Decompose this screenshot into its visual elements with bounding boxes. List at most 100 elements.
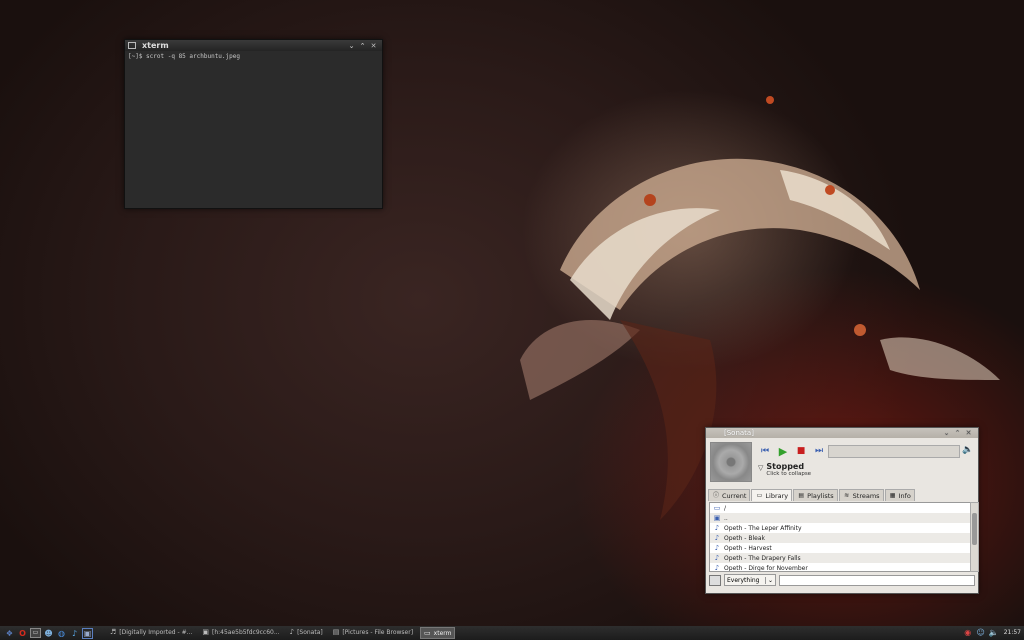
task-label: [Pictures - File Browser] bbox=[342, 628, 414, 636]
app-icon[interactable]: ▣ bbox=[82, 627, 93, 639]
list-item[interactable]: ♪ Opeth - Bleak bbox=[710, 533, 970, 543]
tab-streams[interactable]: ≋ Streams bbox=[838, 489, 884, 501]
music-file-icon: ♪ bbox=[714, 524, 720, 532]
close-icon[interactable]: ✕ bbox=[963, 429, 974, 437]
list-item[interactable]: ♪ Opeth - Dirge for November bbox=[710, 563, 970, 572]
list-item-label: Opeth - Dirge for November bbox=[724, 564, 808, 572]
play-icon[interactable]: ▶ bbox=[776, 445, 790, 458]
music-file-icon: ♪ bbox=[714, 554, 720, 562]
globe-icon[interactable]: ◍ bbox=[56, 628, 67, 639]
terminal-icon: ▭ bbox=[424, 629, 431, 637]
expander-arrow-icon: ▽ bbox=[758, 464, 764, 472]
progress-bar[interactable] bbox=[828, 445, 960, 458]
list-item-label: Opeth - The Drapery Falls bbox=[724, 554, 801, 562]
close-icon[interactable]: ✕ bbox=[368, 42, 379, 50]
playlist-icon: ▤ bbox=[798, 492, 804, 499]
tab-label: Playlists bbox=[807, 491, 834, 500]
task-xterm[interactable]: ▭ xterm bbox=[420, 627, 456, 639]
tab-label: Current bbox=[722, 491, 747, 500]
task-file-browser[interactable]: ▤ [Pictures - File Browser] bbox=[330, 627, 416, 637]
terminal-content[interactable]: [~]$ scrot -q 85 archbuntu.jpeg bbox=[125, 51, 382, 62]
next-track-icon[interactable]: ⏭ bbox=[812, 445, 826, 457]
list-item-label: Opeth - Harvest bbox=[724, 544, 772, 552]
red-app-icon[interactable]: ◉ bbox=[963, 627, 973, 637]
task-label: [h:45ae5b5fdc9cc60... bbox=[211, 628, 280, 636]
list-item[interactable]: ▭ / bbox=[710, 503, 970, 513]
up-folder-icon: ▣ bbox=[713, 514, 721, 522]
music-file-icon: ♪ bbox=[714, 544, 720, 552]
user-icon[interactable]: ☺ bbox=[976, 627, 986, 637]
maximize-icon[interactable]: ⌃ bbox=[952, 429, 963, 437]
xterm-window[interactable]: xterm ⌄ ⌃ ✕ [~]$ scrot -q 85 archbuntu.j… bbox=[124, 39, 383, 209]
clock[interactable]: 21:57 bbox=[1004, 629, 1021, 636]
player-area: ⏮ ▶ ■ ⏭ 🔈 ▽ Stopped Click to collapse bbox=[706, 438, 978, 482]
sonata-window[interactable]: [Sonata] ⌄ ⌃ ✕ ⏮ ▶ ■ ⏭ 🔈 ▽ Stopped Click… bbox=[705, 427, 979, 594]
library-list[interactable]: ▭ / ▣ .. ♪ Opeth - The Leper Affinity ♪ … bbox=[709, 502, 971, 572]
search-filter-value: Everything bbox=[727, 576, 760, 584]
taskbar: ❖ O ▭ ☻ ◍ ♪ ▣ ♬ [Digitally Imported - #.… bbox=[0, 626, 1024, 640]
search-filter-select[interactable]: Everything ⌄ bbox=[724, 574, 776, 586]
maximize-icon[interactable]: ⌃ bbox=[357, 42, 368, 50]
streams-icon: ≋ bbox=[844, 492, 850, 499]
library-view-icon[interactable] bbox=[709, 574, 721, 586]
sonata-titlebar[interactable]: [Sonata] ⌄ ⌃ ✕ bbox=[706, 428, 978, 438]
task-sonata[interactable]: ♪ [Sonata] bbox=[287, 627, 326, 637]
library-bottombar: Everything ⌄ bbox=[709, 574, 975, 586]
tab-library[interactable]: ▭ Library bbox=[751, 489, 793, 501]
people-icon[interactable]: ☻ bbox=[43, 628, 54, 639]
folder-icon: ▭ bbox=[713, 504, 721, 512]
opera-icon[interactable]: O bbox=[17, 628, 28, 639]
task-label: xterm bbox=[433, 629, 452, 637]
gnome-menu-icon[interactable]: ❖ bbox=[4, 628, 15, 639]
window-icon: ▣ bbox=[202, 628, 209, 636]
folder-icon: ▤ bbox=[332, 628, 340, 636]
status-title: Stopped bbox=[766, 462, 805, 471]
tab-info[interactable]: ▦ Info bbox=[884, 489, 915, 501]
volume-icon[interactable]: 🔈 bbox=[989, 627, 999, 637]
terminal-icon bbox=[128, 42, 136, 49]
playback-controls: ⏮ ▶ ■ ⏭ bbox=[758, 445, 826, 458]
music-icon: ♪ bbox=[289, 628, 295, 636]
music-file-icon: ♪ bbox=[714, 564, 720, 572]
list-item-label: .. bbox=[724, 514, 728, 522]
terminal-launcher-icon[interactable]: ▭ bbox=[30, 627, 41, 638]
list-item[interactable]: ♪ Opeth - The Drapery Falls bbox=[710, 553, 970, 563]
music-file-icon: ♪ bbox=[714, 534, 720, 542]
launcher: ❖ O ▭ ☻ ◍ ♪ ▣ bbox=[4, 627, 93, 639]
task-label: [Sonata] bbox=[297, 628, 323, 636]
scrollbar-thumb[interactable] bbox=[972, 513, 977, 545]
volume-icon[interactable]: 🔈 bbox=[962, 445, 973, 455]
tab-playlists[interactable]: ▤ Playlists bbox=[793, 489, 838, 501]
list-item-label: Opeth - The Leper Affinity bbox=[724, 524, 802, 532]
info-book-icon: ▦ bbox=[889, 492, 896, 499]
minimize-icon[interactable]: ⌄ bbox=[346, 42, 357, 50]
music-icon[interactable]: ♪ bbox=[69, 628, 80, 639]
task-digitally-imported[interactable]: ♬ [Digitally Imported - #... bbox=[107, 627, 195, 637]
list-item-label: / bbox=[724, 504, 727, 512]
list-item-label: Opeth - Bleak bbox=[724, 534, 765, 542]
album-art-icon[interactable] bbox=[710, 442, 752, 482]
sonata-title: [Sonata] bbox=[724, 429, 754, 437]
list-item[interactable]: ♪ Opeth - Harvest bbox=[710, 543, 970, 553]
task-hash[interactable]: ▣ [h:45ae5b5fdc9cc60... bbox=[199, 627, 282, 637]
library-icon: ▭ bbox=[756, 492, 763, 499]
minimize-icon[interactable]: ⌄ bbox=[941, 429, 952, 437]
stop-icon[interactable]: ■ bbox=[794, 445, 808, 457]
task-list: ♬ [Digitally Imported - #... ▣ [h:45ae5b… bbox=[107, 627, 456, 639]
library-scrollbar[interactable] bbox=[970, 502, 979, 572]
chevron-down-icon: ⌄ bbox=[764, 576, 773, 584]
library-search-input[interactable] bbox=[779, 574, 975, 586]
previous-track-icon[interactable]: ⏮ bbox=[758, 445, 772, 457]
radio-icon: ♬ bbox=[110, 628, 117, 636]
xterm-titlebar[interactable]: xterm ⌄ ⌃ ✕ bbox=[125, 40, 382, 51]
list-item[interactable]: ▣ .. bbox=[710, 513, 970, 523]
status-expander[interactable]: ▽ Stopped Click to collapse bbox=[758, 462, 811, 477]
tab-label: Streams bbox=[852, 491, 880, 500]
xterm-title: xterm bbox=[142, 41, 169, 50]
info-icon: ⓘ bbox=[712, 492, 719, 499]
list-item[interactable]: ♪ Opeth - The Leper Affinity bbox=[710, 523, 970, 533]
tab-label: Library bbox=[765, 491, 789, 500]
task-label: [Digitally Imported - #... bbox=[119, 628, 193, 636]
sonata-tabs: ⓘ Current ▭ Library ▤ Playlists ≋ Stream… bbox=[708, 489, 915, 501]
tab-current[interactable]: ⓘ Current bbox=[708, 489, 751, 501]
